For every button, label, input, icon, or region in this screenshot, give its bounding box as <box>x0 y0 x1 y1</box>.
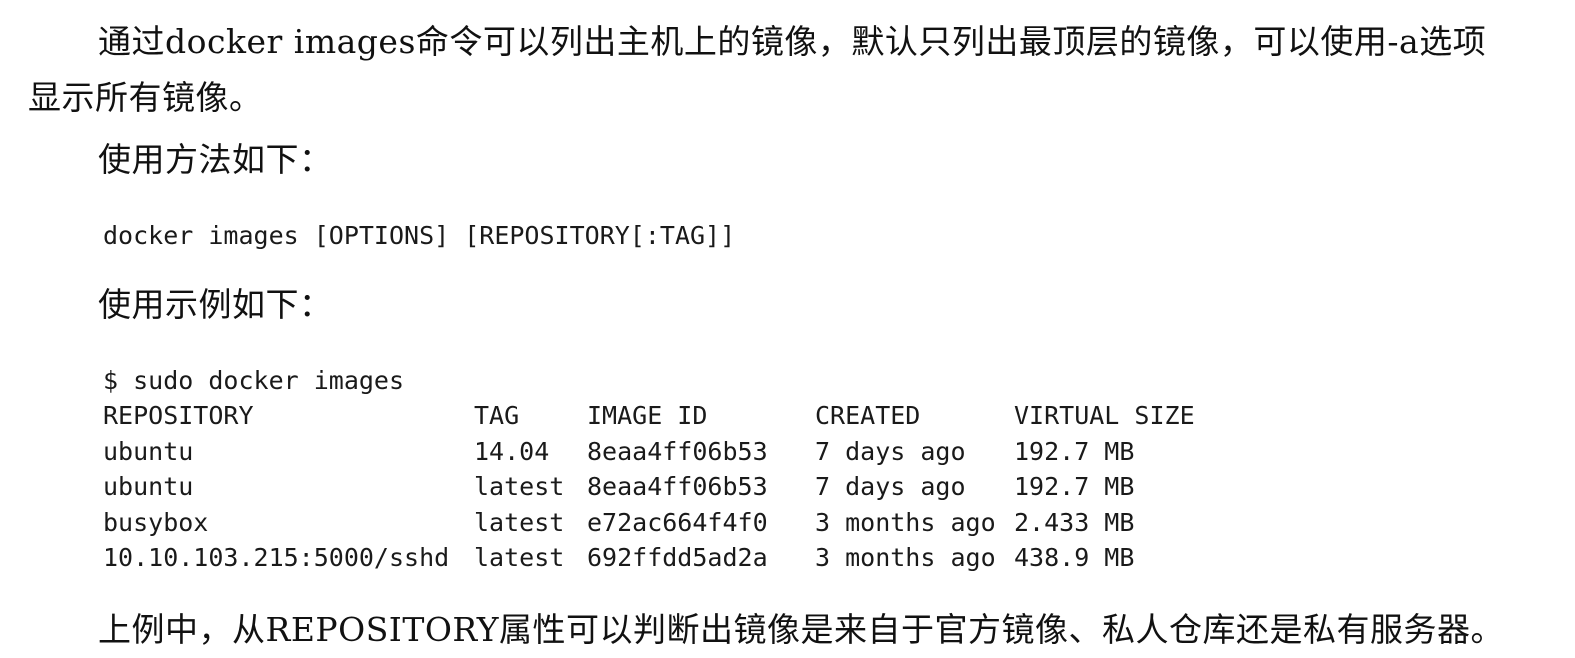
command-code-line: $ sudo docker images <box>103 366 405 395</box>
cell-tag: 14.04 <box>474 436 550 466</box>
cell-virtual-size: 192.7 MB <box>1014 472 1135 501</box>
header-image-id: IMAGE ID <box>587 401 708 430</box>
cell-image-id: 8eaa4ff06b53 <box>587 436 768 466</box>
cell-repository: 10.10.103.215:5000/sshd <box>103 543 450 572</box>
cell-created: 3 months ago <box>815 543 996 572</box>
cell-virtual-size: 2.433 MB <box>1014 507 1135 537</box>
cell-created: 3 months ago <box>815 507 996 537</box>
cell-image-id: e72ac664f4f0 <box>587 507 768 537</box>
table-row: busybox latest e72ac664f4f0 3 months ago… <box>103 505 1214 541</box>
cell-tag: latest <box>474 472 565 501</box>
example-heading: 使用示例如下： <box>98 285 333 324</box>
header-created: CREATED <box>815 401 921 430</box>
cell-repository: ubuntu <box>103 472 194 501</box>
images-output-table: REPOSITORY TAG IMAGE ID CREATED VIRTUAL … <box>103 398 1214 576</box>
header-tag: TAG <box>474 401 520 430</box>
cell-created: 7 days ago <box>815 436 966 466</box>
cell-image-id: 692ffdd5ad2a <box>587 543 768 572</box>
cell-repository: busybox <box>103 507 209 537</box>
usage-heading: 使用方法如下： <box>98 140 333 179</box>
cell-tag: latest <box>474 543 565 572</box>
header-repository: REPOSITORY <box>103 401 254 430</box>
table-row: ubuntu 14.04 8eaa4ff06b53 7 days ago 192… <box>103 434 1214 470</box>
cell-created: 7 days ago <box>815 472 966 501</box>
table-row: 10.10.103.215:5000/sshd latest 692ffdd5a… <box>103 540 1214 576</box>
syntax-code-line: docker images [OPTIONS] [REPOSITORY[:TAG… <box>103 221 736 250</box>
conclusion-paragraph: 上例中，从REPOSITORY属性可以判断出镜像是来自于官方镜像、私人仓库还是私… <box>98 610 1505 649</box>
table-header-row: REPOSITORY TAG IMAGE ID CREATED VIRTUAL … <box>103 398 1214 434</box>
table-row: ubuntu latest 8eaa4ff06b53 7 days ago 19… <box>103 469 1214 505</box>
document-page: 通过docker images命令可以列出主机上的镜像，默认只列出最顶层的镜像，… <box>0 0 1575 653</box>
header-virtual-size: VIRTUAL SIZE <box>1014 401 1195 430</box>
cell-tag: latest <box>474 507 565 537</box>
cell-virtual-size: 192.7 MB <box>1014 436 1135 466</box>
cell-repository: ubuntu <box>103 436 194 466</box>
intro-paragraph: 通过docker images命令可以列出主机上的镜像，默认只列出最顶层的镜像，… <box>28 22 1487 117</box>
cell-virtual-size: 438.9 MB <box>1014 543 1135 572</box>
cell-image-id: 8eaa4ff06b53 <box>587 472 768 501</box>
